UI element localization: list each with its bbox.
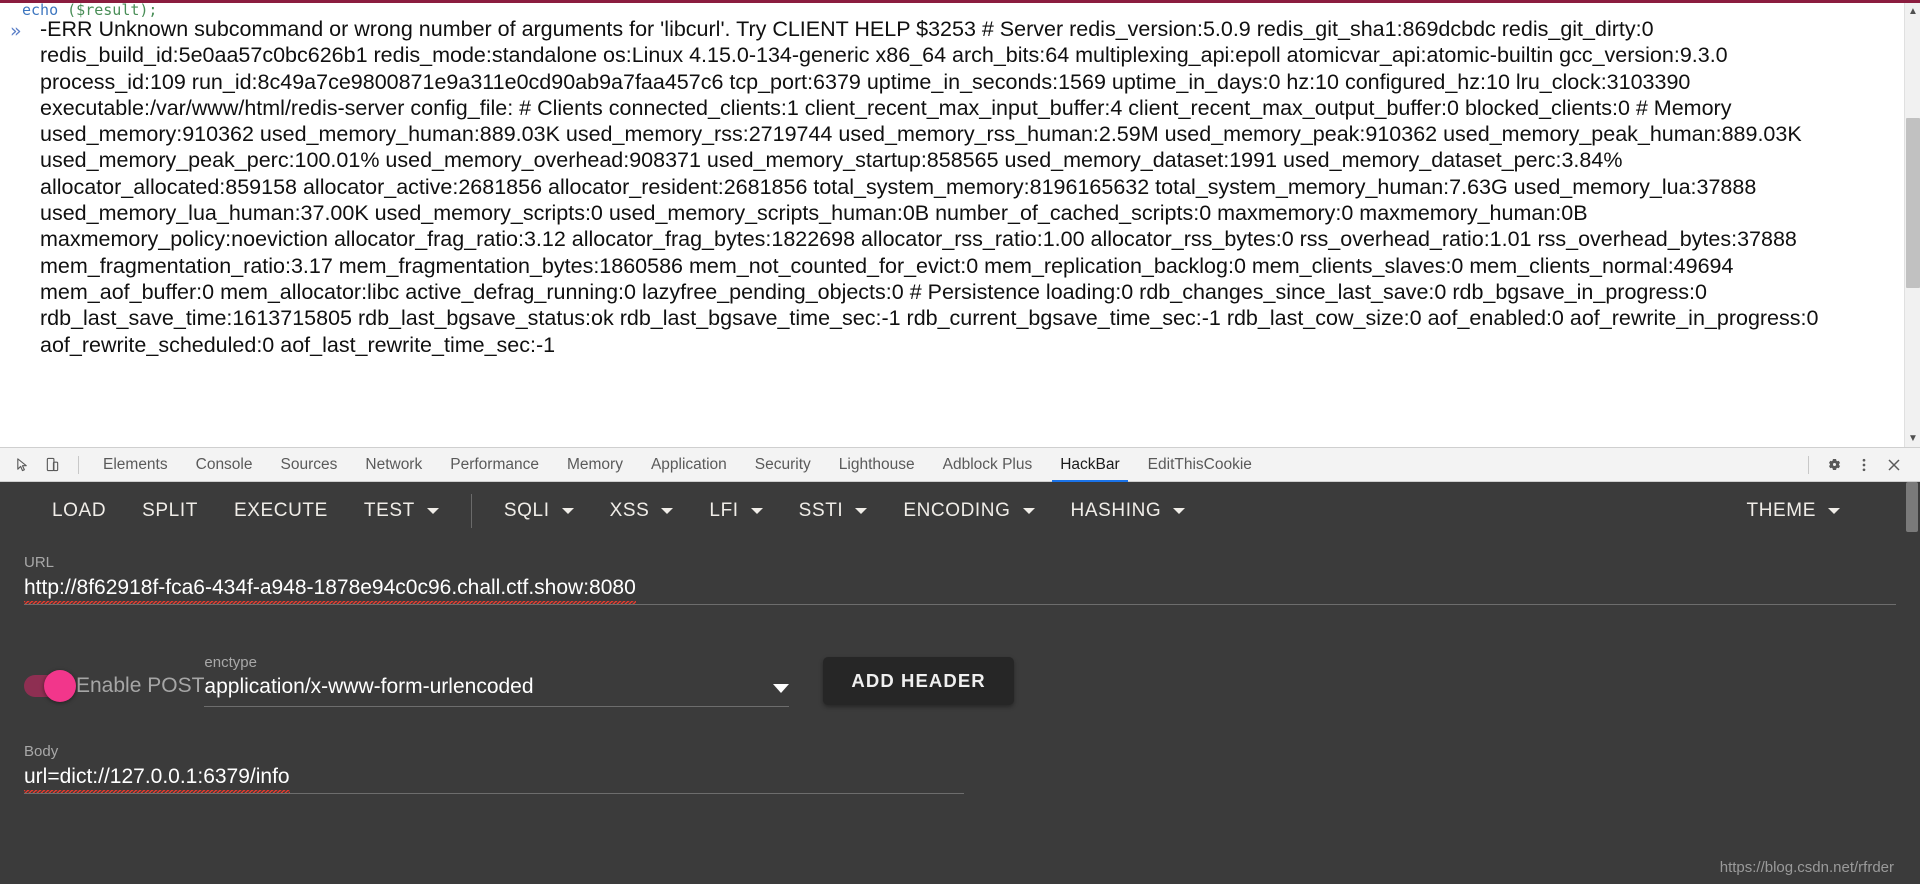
chevron-down-icon xyxy=(661,508,674,514)
theme-menu-button[interactable]: THEME xyxy=(1729,491,1859,531)
devtools-tab-bar: Elements Console Sources Network Perform… xyxy=(0,447,1920,482)
lfi-menu-label: LFI xyxy=(709,500,739,521)
chevron-down-icon xyxy=(561,508,574,514)
load-button-label: LOAD xyxy=(52,500,107,521)
tab-adblock-plus[interactable]: Adblock Plus xyxy=(929,447,1047,482)
execute-button-label: EXECUTE xyxy=(233,500,328,521)
body-textarea[interactable]: url=dict://127.0.0.1:6379/info xyxy=(24,765,964,794)
hackbar-form: URL http://8f62918f-fca6-434f-a948-1878e… xyxy=(0,554,1920,794)
xss-menu-button[interactable]: XSS xyxy=(592,491,692,531)
enable-post-toggle[interactable] xyxy=(24,670,76,702)
toolbar-divider xyxy=(78,455,79,474)
hashing-menu-button[interactable]: HASHING xyxy=(1053,491,1204,531)
sqli-menu-label: SQLI xyxy=(503,500,550,521)
inspect-element-icon[interactable] xyxy=(8,452,36,478)
chevron-down-icon xyxy=(426,508,439,514)
scrollbar-thumb[interactable] xyxy=(1906,118,1920,288)
split-button-label: SPLIT xyxy=(142,500,198,521)
hackbar-scrollbar-thumb[interactable] xyxy=(1906,482,1918,532)
chevron-down-icon xyxy=(1828,508,1840,514)
enctype-field-label: enctype xyxy=(204,654,257,671)
tab-memory[interactable]: Memory xyxy=(553,447,637,482)
hackbar-toolbar-divider xyxy=(470,494,472,528)
chevron-down-icon xyxy=(855,508,868,514)
toggle-knob xyxy=(44,670,76,702)
post-options-row: Enable POST enctype application/x-www-fo… xyxy=(24,645,1896,707)
browser-window: echo ($result); » -ERR Unknown subcomman… xyxy=(0,0,1920,884)
add-header-button[interactable]: ADD HEADER xyxy=(823,657,1014,705)
tab-console[interactable]: Console xyxy=(182,447,267,482)
scroll-down-arrow-icon[interactable]: ▼ xyxy=(1905,430,1920,447)
tab-editthiscookie[interactable]: EditThisCookie xyxy=(1134,447,1266,482)
load-button[interactable]: LOAD xyxy=(34,491,124,531)
console-log-list: » -ERR Unknown subcommand or wrong numbe… xyxy=(0,16,1872,446)
sqli-menu-button[interactable]: SQLI xyxy=(486,491,592,531)
console-scrollbar[interactable]: ▲ ▼ xyxy=(1904,3,1920,447)
devtools-right-icons xyxy=(1799,452,1920,478)
hackbar-toolbar: LOAD SPLIT EXECUTE TEST SQLI XSS LFI SST… xyxy=(0,482,1920,540)
tab-hackbar[interactable]: HackBar xyxy=(1046,447,1133,482)
lfi-menu-button[interactable]: LFI xyxy=(691,491,780,531)
tab-elements[interactable]: Elements xyxy=(89,447,182,482)
more-vertical-icon[interactable] xyxy=(1850,452,1878,478)
page-top-border xyxy=(0,0,1920,3)
scroll-up-arrow-icon[interactable]: ▲ xyxy=(1905,3,1920,20)
chevron-down-icon xyxy=(1173,508,1186,514)
url-field-label: URL xyxy=(24,554,55,571)
execute-button[interactable]: EXECUTE xyxy=(216,491,346,531)
chevron-down-icon xyxy=(750,508,763,514)
url-field-group: URL http://8f62918f-fca6-434f-a948-1878e… xyxy=(24,554,1896,605)
devtools-tabs: Elements Console Sources Network Perform… xyxy=(89,447,1266,482)
encoding-menu-label: ENCODING xyxy=(903,500,1011,521)
hashing-menu-label: HASHING xyxy=(1070,500,1162,521)
test-menu-label: TEST xyxy=(363,500,415,521)
test-menu-button[interactable]: TEST xyxy=(346,491,457,531)
ssti-menu-label: SSTI xyxy=(798,500,844,521)
hackbar-scrollbar[interactable] xyxy=(1904,482,1920,884)
device-toolbar-icon[interactable] xyxy=(38,452,66,478)
url-input-value: http://8f62918f-fca6-434f-a948-1878e94c0… xyxy=(24,576,636,604)
split-button[interactable]: SPLIT xyxy=(124,491,216,531)
chevron-down-icon xyxy=(1022,508,1035,514)
xss-menu-label: XSS xyxy=(609,500,650,521)
tab-application[interactable]: Application xyxy=(637,447,741,482)
url-input[interactable]: http://8f62918f-fca6-434f-a948-1878e94c0… xyxy=(24,576,1896,605)
encoding-menu-button[interactable]: ENCODING xyxy=(885,491,1052,531)
toolbar-divider-right xyxy=(1808,455,1809,474)
tab-lighthouse[interactable]: Lighthouse xyxy=(825,447,929,482)
hackbar-panel: LOAD SPLIT EXECUTE TEST SQLI XSS LFI SST… xyxy=(0,482,1920,884)
body-field-label: Body xyxy=(24,743,59,760)
body-textarea-value: url=dict://127.0.0.1:6379/info xyxy=(24,765,290,793)
theme-menu-label: THEME xyxy=(1746,500,1816,521)
console-log-entry: » -ERR Unknown subcommand or wrong numbe… xyxy=(0,16,1872,358)
enctype-selected-value: application/x-www-form-urlencoded xyxy=(204,675,534,698)
close-icon[interactable] xyxy=(1880,452,1908,478)
enctype-select[interactable]: application/x-www-form-urlencoded xyxy=(204,675,790,707)
ssti-menu-button[interactable]: SSTI xyxy=(781,491,886,531)
tab-network[interactable]: Network xyxy=(351,447,436,482)
chevron-down-icon xyxy=(773,684,790,693)
console-log-text: -ERR Unknown subcommand or wrong number … xyxy=(40,17,1819,357)
tab-sources[interactable]: Sources xyxy=(267,447,352,482)
tab-performance[interactable]: Performance xyxy=(436,447,553,482)
body-field-group: Body url=dict://127.0.0.1:6379/info xyxy=(24,743,1896,794)
devtools-left-icons xyxy=(0,452,89,478)
gear-icon[interactable] xyxy=(1820,452,1848,478)
tab-security[interactable]: Security xyxy=(741,447,825,482)
enctype-field-group: enctype application/x-www-form-urlencode… xyxy=(204,654,790,707)
console-result-arrow-icon: » xyxy=(10,20,22,42)
enable-post-label: Enable POST xyxy=(76,674,205,697)
watermark-text: https://blog.csdn.net/rfrder xyxy=(1719,859,1894,876)
console-output-pane[interactable]: echo ($result); » -ERR Unknown subcomman… xyxy=(0,0,1920,447)
